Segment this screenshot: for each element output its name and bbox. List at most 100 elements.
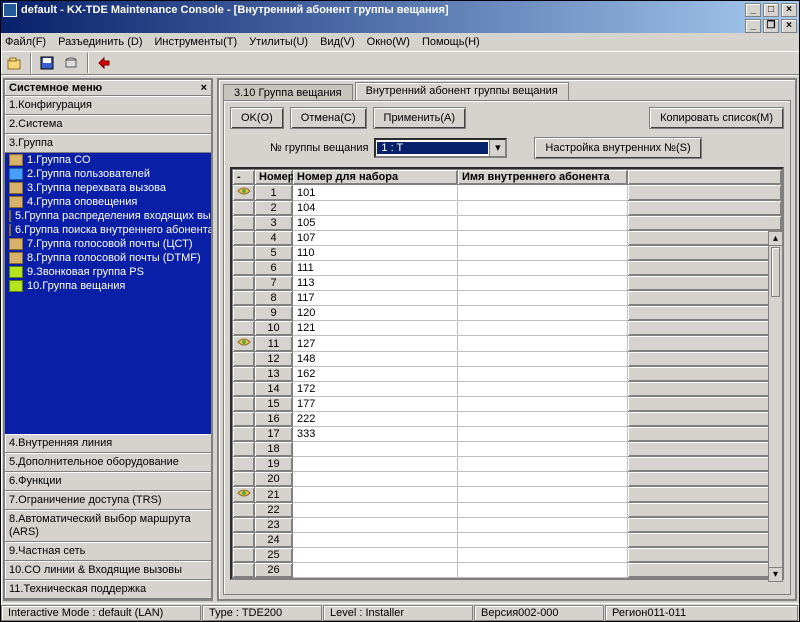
tab-extension-broadcast[interactable]: Внутренний абонент группы вещания [355, 82, 569, 100]
panel-section[interactable]: 10.CO линии & Входящие вызовы [5, 561, 211, 580]
table-row[interactable]: 1101 [233, 185, 782, 201]
row-eye-cell[interactable] [233, 352, 255, 367]
row-name[interactable] [458, 412, 628, 427]
tree-item[interactable]: 1.Группа CO [5, 153, 211, 167]
menu-view[interactable]: Вид(V) [320, 36, 355, 48]
row-dial[interactable]: 222 [293, 412, 458, 427]
table-row[interactable]: 12148 [233, 352, 782, 367]
group-number-combo[interactable]: 1 : T ▾ [374, 138, 507, 158]
row-eye-cell[interactable] [233, 503, 255, 518]
row-name[interactable] [458, 563, 628, 578]
table-row[interactable]: 10121 [233, 321, 782, 336]
row-eye-cell[interactable] [233, 457, 255, 472]
panel-section[interactable]: 9.Частная сеть [5, 542, 211, 561]
row-dial[interactable]: 177 [293, 397, 458, 412]
close-button[interactable]: × [781, 3, 797, 17]
row-name[interactable] [458, 246, 628, 261]
mdi-close-button[interactable]: × [781, 19, 797, 33]
row-dial[interactable]: 127 [293, 336, 458, 352]
table-row[interactable]: 8117 [233, 291, 782, 306]
system-menu-close[interactable]: × [201, 82, 207, 94]
row-name[interactable] [458, 185, 628, 201]
row-eye-cell[interactable] [233, 246, 255, 261]
row-dial[interactable]: 120 [293, 306, 458, 321]
tree-item[interactable]: 2.Группа пользователей [5, 167, 211, 181]
panel-section[interactable]: 1.Конфигурация [5, 96, 211, 115]
row-eye-cell[interactable] [233, 185, 255, 201]
row-name[interactable] [458, 397, 628, 412]
tree-item[interactable]: 8.Группа голосовой почты (DTMF) [5, 251, 211, 265]
row-name[interactable] [458, 367, 628, 382]
panel-section[interactable]: 3.Группа [5, 134, 211, 153]
row-eye-cell[interactable] [233, 321, 255, 336]
row-name[interactable] [458, 261, 628, 276]
row-dial[interactable]: 107 [293, 231, 458, 246]
row-name[interactable] [458, 216, 628, 231]
minimize-button[interactable]: _ [745, 3, 761, 17]
row-dial[interactable] [293, 442, 458, 457]
row-eye-cell[interactable] [233, 201, 255, 216]
row-eye-cell[interactable] [233, 563, 255, 578]
table-row[interactable]: 7113 [233, 276, 782, 291]
tree-item[interactable]: 7.Группа голосовой почты (ЦСТ) [5, 237, 211, 251]
table-row[interactable]: 22 [233, 503, 782, 518]
row-name[interactable] [458, 321, 628, 336]
menu-tools[interactable]: Инструменты(T) [155, 36, 238, 48]
table-row[interactable]: 11127 [233, 336, 782, 352]
row-dial[interactable]: 148 [293, 352, 458, 367]
tree-item[interactable]: 9.Звонковая группа PS [5, 265, 211, 279]
row-name[interactable] [458, 352, 628, 367]
tool-db-icon[interactable] [60, 52, 82, 74]
row-eye-cell[interactable] [233, 276, 255, 291]
cancel-button[interactable]: Отмена(C) [290, 107, 367, 129]
row-dial[interactable] [293, 457, 458, 472]
row-name[interactable] [458, 457, 628, 472]
tab-group-broadcast[interactable]: 3.10 Группа вещания [223, 84, 353, 100]
row-eye-cell[interactable] [233, 306, 255, 321]
col-number[interactable]: Номер [255, 170, 293, 185]
row-eye-cell[interactable] [233, 533, 255, 548]
row-dial[interactable]: 333 [293, 427, 458, 442]
menu-utils[interactable]: Утилиты(U) [249, 36, 308, 48]
panel-section[interactable]: 5.Дополнительное оборудование [5, 453, 211, 472]
row-eye-cell[interactable] [233, 487, 255, 503]
row-dial[interactable]: 113 [293, 276, 458, 291]
table-row[interactable]: 9120 [233, 306, 782, 321]
table-row[interactable]: 20 [233, 472, 782, 487]
menu-file[interactable]: Файл(F) [5, 36, 46, 48]
panel-section[interactable]: 7.Ограничение доступа (TRS) [5, 491, 211, 510]
tree-item[interactable]: 5.Группа распределения входящих вызо [5, 209, 211, 223]
table-row[interactable]: 25 [233, 548, 782, 563]
row-name[interactable] [458, 442, 628, 457]
row-name[interactable] [458, 231, 628, 246]
row-dial[interactable] [293, 503, 458, 518]
row-name[interactable] [458, 382, 628, 397]
row-dial[interactable]: 121 [293, 321, 458, 336]
row-dial[interactable]: 172 [293, 382, 458, 397]
row-dial[interactable]: 117 [293, 291, 458, 306]
mdi-restore-button[interactable]: ❐ [763, 19, 779, 33]
menu-help[interactable]: Помощь(H) [422, 36, 480, 48]
row-name[interactable] [458, 427, 628, 442]
row-eye-cell[interactable] [233, 442, 255, 457]
panel-section[interactable]: 6.Функции [5, 472, 211, 491]
panel-section[interactable]: 8.Автоматический выбор маршрута (ARS) [5, 510, 211, 542]
row-eye-cell[interactable] [233, 382, 255, 397]
menu-disconnect[interactable]: Разъединить (D) [58, 36, 142, 48]
col-eye[interactable]: - [233, 170, 255, 185]
table-row[interactable]: 13162 [233, 367, 782, 382]
tree-item[interactable]: 6.Группа поиска внутреннего абонента [5, 223, 211, 237]
row-name[interactable] [458, 336, 628, 352]
vertical-scrollbar[interactable]: ▴ ▾ [768, 231, 783, 582]
table-row[interactable]: 2104 [233, 201, 782, 216]
row-eye-cell[interactable] [233, 427, 255, 442]
scroll-down-icon[interactable]: ▾ [769, 567, 782, 581]
table-row[interactable]: 6111 [233, 261, 782, 276]
panel-section[interactable]: 2.Система [5, 115, 211, 134]
table-row[interactable]: 19 [233, 457, 782, 472]
row-name[interactable] [458, 487, 628, 503]
row-eye-cell[interactable] [233, 216, 255, 231]
tree-item[interactable]: 10.Группа вещания [5, 279, 211, 293]
row-name[interactable] [458, 533, 628, 548]
row-dial[interactable]: 110 [293, 246, 458, 261]
